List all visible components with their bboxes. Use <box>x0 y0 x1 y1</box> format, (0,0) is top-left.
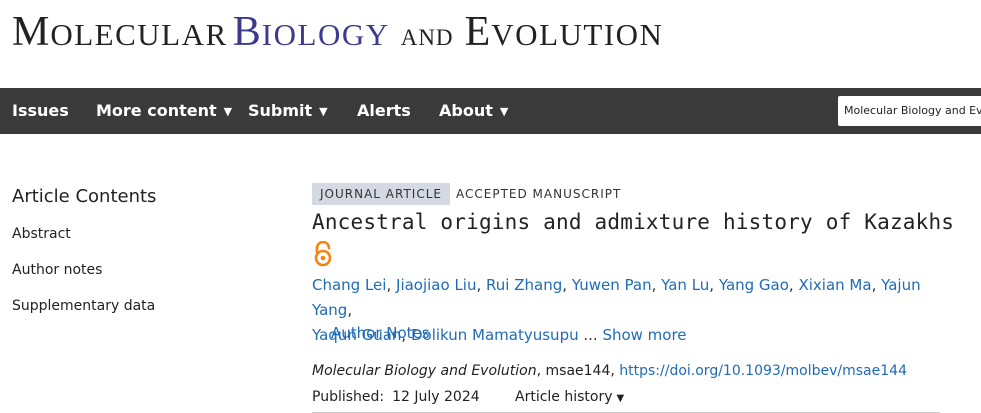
author-separator: , <box>347 301 353 319</box>
nav-more-content[interactable]: More content ▼ <box>96 88 232 134</box>
author-link[interactable]: Rui Zhang <box>486 276 562 294</box>
article-history-toggle[interactable]: Article history ▼ <box>515 389 624 405</box>
article-status-label: ACCEPTED MANUSCRIPT <box>456 187 622 201</box>
main-navbar: Issues More content ▼ Submit ▼ Alerts Abou… <box>0 88 981 134</box>
nav-label: Alerts <box>357 101 411 120</box>
author-separator: , <box>562 276 572 294</box>
masthead-word-evolution: VOLUTION <box>491 17 664 52</box>
published-label: Published: <box>312 389 385 405</box>
sidebar-link-author-notes[interactable]: Author notes <box>12 262 102 278</box>
nav-label: Submit <box>248 101 313 120</box>
sidebar-link-abstract[interactable]: Abstract <box>12 226 71 242</box>
published-date: 12 July 2024 <box>392 389 480 405</box>
caret-down-icon: ▼ <box>319 105 328 118</box>
author-link[interactable]: Jiaojiao Liu <box>396 276 476 294</box>
journal-masthead[interactable]: MOLECULAR BIOLOGY AND EVOLUTION <box>12 8 663 68</box>
article-contents-title: Article Contents <box>12 186 157 207</box>
masthead-word-biology: IOLOGY <box>261 17 390 52</box>
nav-issues[interactable]: Issues <box>12 88 69 134</box>
author-separator: , <box>709 276 719 294</box>
author-notes-link[interactable]: Author Notes <box>331 324 430 342</box>
article-title: Ancestral origins and admixture history … <box>312 210 955 234</box>
article-history-label: Article history <box>515 389 613 405</box>
masthead-letter: E <box>464 9 492 55</box>
nav-label: More content <box>96 101 217 120</box>
author-link[interactable]: Dolikun Mamatyusupu <box>411 326 579 344</box>
author-separator: , <box>386 276 397 294</box>
nav-submit[interactable]: Submit ▼ <box>248 88 328 134</box>
caret-down-icon: ▼ <box>223 105 233 118</box>
author-link[interactable]: Chang Lei <box>312 276 386 294</box>
masthead-word-and: AND <box>400 25 454 50</box>
nav-label: Issues <box>12 101 69 120</box>
author-separator: , <box>651 276 662 294</box>
author-link[interactable]: Yang Gao <box>719 276 789 294</box>
article-type-badge: JOURNAL ARTICLE <box>312 183 450 205</box>
published-line: Published: 12 July 2024 <box>312 389 480 405</box>
search-scope-select[interactable]: Molecular Biology and Evolution <box>838 96 981 126</box>
author-link[interactable]: Yuwen Pan <box>572 276 652 294</box>
open-access-lock-icon <box>314 241 332 267</box>
masthead-letter: M <box>12 9 51 55</box>
masthead-letter: B <box>232 9 262 55</box>
sidebar-link-supplementary-data[interactable]: Supplementary data <box>12 298 155 314</box>
show-more-authors-link[interactable]: Show more <box>602 326 686 344</box>
author-ellipsis: ... <box>578 326 603 344</box>
author-link[interactable]: Yan Lu <box>661 276 709 294</box>
caret-down-icon: ▼ <box>499 105 509 118</box>
citation-line: Molecular Biology and Evolution, msae144… <box>312 363 907 379</box>
doi-link[interactable]: https://doi.org/10.1093/molbev/msae144 <box>619 363 907 379</box>
nav-alerts[interactable]: Alerts <box>357 88 411 134</box>
caret-down-icon: ▼ <box>616 393 625 404</box>
author-separator: , <box>476 276 487 294</box>
author-separator: , <box>871 276 882 294</box>
nav-about[interactable]: About ▼ <box>439 88 508 134</box>
nav-label: About <box>439 101 493 120</box>
author-link[interactable]: Xixian Ma <box>798 276 871 294</box>
citation-journal: Molecular Biology and Evolution <box>312 363 537 379</box>
citation-id: , msae144, <box>536 363 620 379</box>
masthead-word-molecular: OLECULAR <box>50 17 228 52</box>
